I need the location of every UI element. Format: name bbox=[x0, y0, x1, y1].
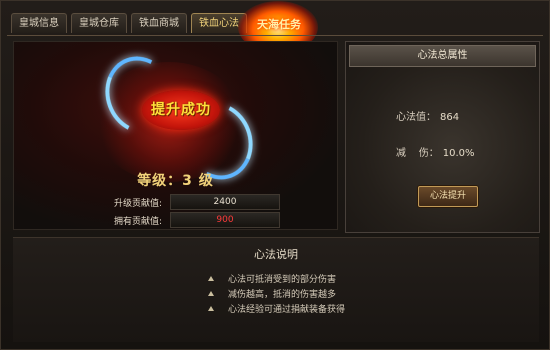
up-triangle-icon bbox=[208, 276, 214, 281]
description-text: 心法可抵消受到的部分伤害 bbox=[228, 275, 337, 285]
tab-divider bbox=[7, 35, 543, 36]
up-triangle-icon bbox=[208, 306, 214, 311]
tab-iron-blood-shop[interactable]: 铁血商城 bbox=[131, 13, 187, 33]
owned-contribution-label: 拥有贡献值: bbox=[113, 216, 162, 227]
xinfa-description-panel: 心法说明 心法可抵消受到的部分伤害 减伤越高，抵消的伤害越多 心法经验可通过捐献… bbox=[13, 237, 539, 342]
up-triangle-icon bbox=[208, 291, 214, 296]
damage-reduction-row: 减 伤： 10.0% bbox=[396, 144, 475, 159]
xinfa-value-row: 心法值： 864 bbox=[396, 108, 459, 123]
damage-reduction-value: 10.0% bbox=[442, 148, 475, 159]
description-text: 减伤越高，抵消的伤害越多 bbox=[228, 290, 337, 300]
tab-bar: 皇城信息 皇城仓库 铁血商城 铁血心法 bbox=[11, 13, 247, 35]
description-title: 心法说明 bbox=[254, 248, 298, 261]
xinfa-display-panel: 提升成功 等级：3 级 升级贡献值: 2400 拥有贡献值: 900 bbox=[13, 41, 338, 230]
damage-reduction-label: 减 伤： bbox=[396, 148, 439, 159]
xinfa-value-label: 心法值： bbox=[396, 112, 436, 123]
xinfa-value: 864 bbox=[440, 112, 460, 123]
tab-imperial-warehouse[interactable]: 皇城仓库 bbox=[71, 13, 127, 33]
owned-contribution-row: 拥有贡献值: 900 bbox=[104, 212, 280, 228]
tab-iron-blood-xinfa[interactable]: 铁血心法 bbox=[191, 13, 247, 33]
tab-imperial-info[interactable]: 皇城信息 bbox=[11, 13, 67, 33]
upgrade-contribution-label: 升级贡献值: bbox=[113, 198, 162, 209]
level-text: 等级：3 级 bbox=[137, 173, 214, 189]
upgrade-contribution-row: 升级贡献值: 2400 bbox=[104, 194, 280, 210]
panel-title: 心法总属性 bbox=[349, 45, 536, 67]
description-item: 心法可抵消受到的部分伤害 bbox=[208, 272, 336, 285]
upgrade-success-badge: 提升成功 bbox=[142, 90, 220, 130]
description-text: 心法经验可通过捐献装备获得 bbox=[228, 305, 346, 315]
xinfa-total-attributes-panel: 心法总属性 心法值： 864 减 伤： 10.0% 心法提升 bbox=[345, 41, 540, 233]
owned-contribution-value: 900 bbox=[170, 212, 280, 228]
upgrade-contribution-value: 2400 bbox=[170, 194, 280, 210]
description-item: 减伤越高，抵消的伤害越多 bbox=[208, 287, 336, 300]
game-window: 皇城信息 皇城仓库 铁血商城 铁血心法 天海任务 提升成功 等级：3 级 升级贡… bbox=[0, 0, 550, 350]
tab-quest[interactable]: 天海任务 bbox=[247, 16, 311, 32]
description-item: 心法经验可通过捐献装备获得 bbox=[208, 302, 345, 315]
xinfa-upgrade-button[interactable]: 心法提升 bbox=[418, 186, 478, 207]
